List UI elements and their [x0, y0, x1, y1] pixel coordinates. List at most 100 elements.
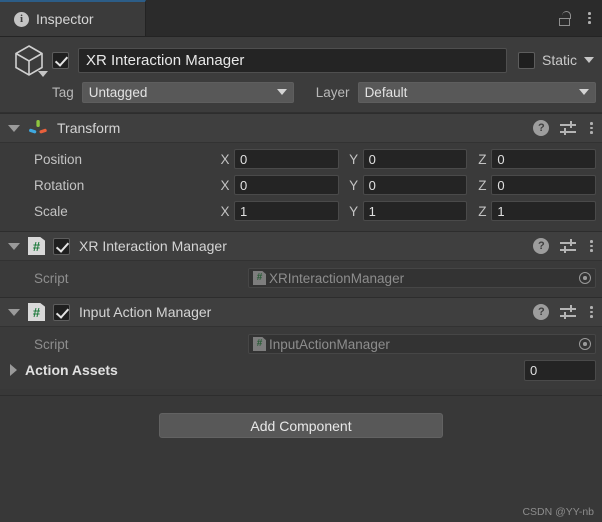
tab-bar-actions — [559, 0, 594, 36]
kebab-menu-icon[interactable] — [587, 304, 596, 320]
transform-foldout-icon[interactable] — [8, 124, 20, 132]
static-label: Static — [541, 52, 577, 68]
script-label: Script — [34, 270, 69, 286]
tag-chevron-down-icon — [276, 89, 287, 95]
help-icon[interactable]: ? — [533, 120, 550, 136]
component-title-input-action-manager: Input Action Manager — [79, 304, 212, 320]
static-chevron-down-icon[interactable] — [584, 57, 594, 63]
xr-interaction-manager-header-actions: ? — [533, 238, 596, 254]
position-x-input[interactable]: 0 — [234, 149, 339, 169]
gameobject-header: XR Interaction Manager Static Tag Untagg… — [0, 37, 602, 113]
component-header-xr-interaction-manager[interactable]: # XR Interaction Manager ? — [0, 231, 602, 261]
script-label: Script — [34, 336, 69, 352]
position-x-value: 0 — [240, 151, 248, 167]
help-icon[interactable]: ? — [533, 238, 550, 254]
csharp-script-icon: # — [28, 303, 45, 321]
add-component-button[interactable]: Add Component — [159, 413, 443, 438]
position-y-value: 0 — [368, 151, 376, 167]
cube-dropdown-caret-icon[interactable] — [38, 71, 48, 77]
layer-value: Default — [364, 84, 408, 100]
rotation-x-value: 0 — [240, 177, 248, 193]
help-icon[interactable]: ? — [533, 304, 550, 320]
xr-interaction-manager-properties: Script # XRInteractionManager — [0, 261, 602, 297]
scale-y-input[interactable]: 1 — [362, 201, 468, 221]
preset-icon[interactable] — [560, 238, 577, 254]
rotation-x-input[interactable]: 0 — [234, 175, 339, 195]
tab-inspector[interactable]: i Inspector — [0, 0, 146, 36]
input-action-manager-script-field: # InputActionManager — [248, 334, 596, 354]
static-checkbox[interactable] — [517, 51, 535, 69]
lock-open-icon[interactable] — [559, 10, 573, 26]
transform-gizmo-icon — [28, 119, 48, 137]
transform-row-rotation: Rotation X 0 Y 0 Z 0 — [0, 173, 602, 197]
kebab-menu-icon[interactable] — [587, 238, 596, 254]
input-action-manager-foldout-icon[interactable] — [8, 308, 20, 316]
rotation-z-value: 0 — [497, 177, 505, 193]
transform-row-position: Position X 0 Y 0 Z 0 — [0, 147, 602, 171]
action-assets-label: Action Assets — [25, 362, 118, 378]
position-y-axis-label: Y — [349, 151, 359, 167]
tag-value: Untagged — [88, 84, 148, 100]
action-assets-foldout-icon[interactable] — [10, 364, 17, 376]
object-picker-icon[interactable] — [579, 338, 591, 350]
layer-chevron-down-icon — [579, 89, 589, 95]
rotation-y-value: 0 — [368, 177, 376, 193]
csharp-script-icon: # — [253, 271, 266, 285]
input-action-manager-enabled-checkbox[interactable] — [53, 303, 70, 321]
xr-interaction-manager-foldout-icon[interactable] — [8, 242, 20, 250]
action-assets-size-value: 0 — [530, 362, 538, 378]
tab-inspector-label: Inspector — [36, 11, 94, 27]
inspector-window: i Inspector XR Interaction Manager Stati… — [0, 0, 602, 522]
input-action-manager-header-actions: ? — [533, 304, 596, 320]
rotation-label: Rotation — [34, 177, 85, 193]
scale-y-value: 1 — [368, 203, 376, 219]
rotation-y-input[interactable]: 0 — [362, 175, 468, 195]
rotation-y-axis-label: Y — [349, 177, 359, 193]
transform-row-scale: Scale X 1 Y 1 Z 1 — [0, 199, 602, 223]
layer-label: Layer — [315, 84, 350, 100]
kebab-menu-icon[interactable] — [587, 120, 596, 136]
scale-label: Scale — [34, 203, 68, 219]
gameobject-name-input[interactable]: XR Interaction Manager — [78, 47, 507, 73]
position-y-input[interactable]: 0 — [362, 149, 468, 169]
cube-icon[interactable] — [6, 40, 52, 80]
component-header-transform[interactable]: Transform ? — [0, 113, 602, 143]
action-assets-size-input[interactable]: 0 — [524, 359, 596, 381]
action-assets-row[interactable]: Action Assets 0 — [0, 357, 602, 383]
scale-z-axis-label: Z — [478, 203, 487, 219]
rotation-z-input[interactable]: 0 — [491, 175, 597, 195]
info-icon: i — [14, 11, 29, 27]
static-group: Static — [517, 51, 594, 69]
component-title-xr-interaction-manager: XR Interaction Manager — [79, 238, 227, 254]
transform-header-actions: ? — [533, 120, 596, 136]
position-x-axis-label: X — [220, 151, 230, 167]
watermark: CSDN @YY-nb — [522, 506, 594, 518]
csharp-script-icon: # — [253, 337, 266, 351]
object-picker-icon[interactable] — [579, 272, 591, 284]
preset-icon[interactable] — [560, 120, 577, 136]
tag-label: Tag — [52, 84, 74, 100]
tag-dropdown[interactable]: Untagged — [81, 81, 294, 103]
component-header-input-action-manager[interactable]: # Input Action Manager ? — [0, 297, 602, 327]
add-component-area: Add Component — [0, 396, 602, 438]
layer-dropdown[interactable]: Default — [357, 81, 596, 103]
xr-interaction-manager-enabled-checkbox[interactable] — [53, 237, 70, 255]
kebab-menu-icon[interactable] — [585, 10, 594, 26]
position-z-input[interactable]: 0 — [491, 149, 597, 169]
position-label: Position — [34, 151, 83, 167]
component-title-transform: Transform — [57, 120, 121, 136]
inspector-body: XR Interaction Manager Static Tag Untagg… — [0, 36, 602, 522]
position-z-value: 0 — [497, 151, 505, 167]
scale-y-axis-label: Y — [349, 203, 359, 219]
scale-z-input[interactable]: 1 — [491, 201, 597, 221]
tab-bar-empty-area — [146, 0, 602, 36]
gameobject-enabled-checkbox[interactable] — [52, 51, 69, 69]
preset-icon[interactable] — [560, 304, 577, 320]
scale-x-input[interactable]: 1 — [234, 201, 339, 221]
csharp-script-icon: # — [28, 237, 45, 255]
input-action-manager-properties: Script # InputActionManager Action Asset… — [0, 327, 602, 389]
rotation-x-axis-label: X — [220, 177, 230, 193]
gameobject-name-value: XR Interaction Manager — [86, 51, 245, 69]
xr-interaction-manager-script-row: Script # XRInteractionManager — [0, 265, 602, 291]
xr-interaction-manager-script-value: XRInteractionManager — [269, 270, 405, 286]
